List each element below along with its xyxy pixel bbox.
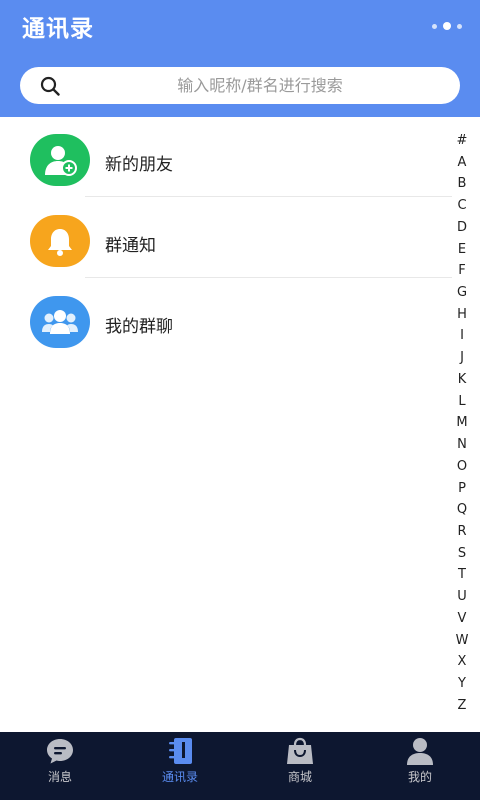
index-letter[interactable]: Z	[458, 699, 467, 712]
index-letter[interactable]: J	[460, 351, 464, 364]
index-letter[interactable]: D	[457, 221, 467, 234]
header: 通讯录	[0, 0, 480, 117]
more-dot	[443, 22, 451, 30]
tab-profile[interactable]: 我的	[360, 732, 480, 800]
index-letter[interactable]: O	[457, 460, 467, 473]
tab-mall[interactable]: 商城	[240, 732, 360, 800]
bottom-tab-bar: 消息 通讯录 商城 我的	[0, 732, 480, 800]
index-letter[interactable]: N	[457, 438, 467, 451]
group-icon	[30, 296, 90, 348]
index-letter[interactable]: V	[458, 612, 467, 625]
add-friend-icon	[30, 134, 90, 186]
index-letter[interactable]: R	[457, 525, 466, 538]
tab-label: 我的	[407, 770, 432, 784]
more-dots-icon[interactable]	[432, 20, 462, 32]
bell-icon	[30, 215, 90, 267]
contacts-icon	[169, 738, 192, 764]
tab-label: 消息	[47, 770, 72, 784]
index-letter[interactable]: X	[458, 655, 467, 668]
index-letter[interactable]: Q	[457, 503, 467, 516]
profile-icon	[407, 738, 433, 765]
more-dot	[457, 23, 462, 29]
alphabet-index[interactable]: # A B C D E F G H I J K L M N O P Q R S T U V W X Y Z	[452, 134, 472, 712]
index-letter[interactable]: S	[458, 547, 466, 560]
list-item-label: 新的朋友	[105, 155, 173, 175]
tab-messages[interactable]: 消息	[0, 732, 120, 800]
list-item-new-friends[interactable]: 新的朋友	[0, 124, 452, 204]
index-letter[interactable]: Y	[458, 677, 466, 690]
index-letter[interactable]: C	[457, 199, 466, 212]
index-letter[interactable]: I	[460, 329, 464, 342]
index-letter[interactable]: K	[458, 373, 467, 386]
index-letter[interactable]: A	[458, 156, 467, 169]
list-item-group-notices[interactable]: 群通知	[0, 205, 452, 285]
index-letter[interactable]: E	[458, 243, 466, 256]
index-letter[interactable]: W	[456, 634, 469, 647]
index-letter[interactable]: B	[458, 177, 467, 190]
index-letter[interactable]: T	[458, 568, 466, 581]
index-letter[interactable]: F	[458, 264, 465, 277]
tab-label: 通讯录	[161, 770, 198, 784]
search-bar[interactable]	[20, 67, 460, 104]
index-letter[interactable]: L	[458, 395, 465, 408]
divider	[85, 196, 452, 197]
list-item-my-groups[interactable]: 我的群聊	[0, 286, 452, 366]
shopping-bag-icon	[287, 737, 313, 764]
index-letter[interactable]: G	[457, 286, 467, 299]
list-item-label: 群通知	[105, 236, 156, 256]
index-letter[interactable]: P	[458, 482, 466, 495]
index-letter[interactable]: #	[457, 134, 468, 147]
tab-label: 商城	[287, 770, 312, 784]
tab-contacts[interactable]: 通讯录	[120, 732, 240, 800]
divider	[85, 277, 452, 278]
search-input[interactable]	[80, 67, 440, 104]
search-icon	[40, 76, 60, 96]
more-dot	[432, 23, 437, 29]
index-letter[interactable]: M	[456, 416, 467, 429]
page-title: 通讯录	[22, 16, 94, 42]
message-icon	[47, 739, 73, 764]
index-letter[interactable]: U	[457, 590, 467, 603]
list-item-label: 我的群聊	[105, 317, 173, 337]
index-letter[interactable]: H	[457, 308, 467, 321]
